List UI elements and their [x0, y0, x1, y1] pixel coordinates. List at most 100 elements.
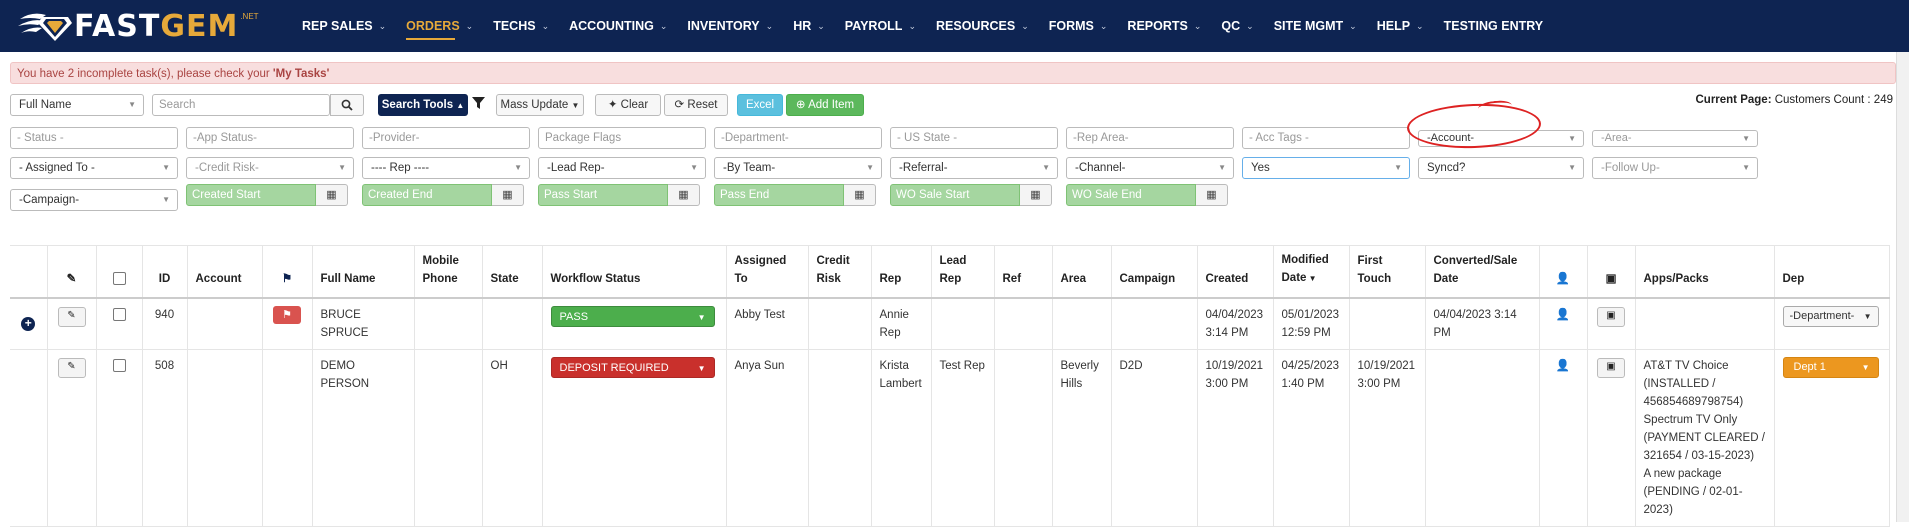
- id-cell[interactable]: 940: [142, 298, 188, 350]
- pass-end-field[interactable]: Pass End: [714, 184, 844, 206]
- yes-select[interactable]: Yes ▼: [1242, 157, 1410, 179]
- created-start-field[interactable]: Created Start: [186, 184, 316, 206]
- provider-filter[interactable]: -Provider-: [362, 127, 530, 149]
- add-item-button[interactable]: ⊕ Add Item: [786, 94, 864, 116]
- credit-risk-select[interactable]: -Credit Risk- ▼: [186, 157, 354, 179]
- wo-sale-end-date[interactable]: WO Sale End ▦: [1066, 184, 1228, 206]
- menu-qc[interactable]: QC ⌄: [1221, 0, 1253, 52]
- user-icon[interactable]: 👤: [1556, 360, 1570, 372]
- fastgem-logo[interactable]: FASTGEM .NET: [18, 8, 259, 44]
- full-name-cell[interactable]: DEMO PERSON: [312, 349, 415, 527]
- table-row[interactable]: ✎ 508 DEMO PERSON OH DEPOSIT REQUIRED ▼ A…: [10, 349, 1890, 527]
- id-header[interactable]: ID: [142, 245, 188, 299]
- select-all-checkbox[interactable]: [112, 272, 126, 286]
- menu-rep-sales[interactable]: REP SALES ⌄: [302, 0, 386, 52]
- by-team-select[interactable]: -By Team- ▼: [714, 157, 882, 179]
- book-button[interactable]: ▣: [1597, 358, 1625, 378]
- area-select[interactable]: -Area- ▼: [1592, 130, 1758, 147]
- search-tools-button[interactable]: Search Tools ▲: [378, 94, 468, 116]
- user-icon[interactable]: 👤: [1556, 309, 1570, 321]
- search-input[interactable]: Search: [152, 94, 330, 116]
- calendar-icon[interactable]: ▦: [492, 184, 524, 206]
- menu-accounting[interactable]: ACCOUNTING ⌄: [569, 0, 667, 52]
- package-flags-filter[interactable]: Package Flags: [538, 127, 706, 149]
- workflow-status-header[interactable]: Workflow Status: [542, 245, 727, 299]
- workflow-status-select[interactable]: PASS ▼: [550, 306, 715, 327]
- mass-update-button[interactable]: Mass Update ▼: [496, 94, 584, 116]
- menu-techs[interactable]: TECHS ⌄: [493, 0, 549, 52]
- menu-forms[interactable]: FORMS ⌄: [1049, 0, 1108, 52]
- edit-row-button[interactable]: ✎: [57, 358, 86, 378]
- rep-area-filter[interactable]: -Rep Area-: [1066, 127, 1234, 149]
- mobile-phone-header[interactable]: Mobile Phone: [414, 245, 483, 299]
- menu-help[interactable]: HELP ⌄: [1377, 0, 1424, 52]
- state-header[interactable]: State: [482, 245, 543, 299]
- search-button[interactable]: [330, 94, 364, 116]
- follow-up-select[interactable]: -Follow Up- ▼: [1592, 157, 1758, 179]
- apps-packs-header[interactable]: Apps/Packs: [1635, 245, 1775, 299]
- calendar-icon[interactable]: ▦: [668, 184, 700, 206]
- area-header[interactable]: Area: [1052, 245, 1112, 299]
- full-name-cell[interactable]: BRUCE SPRUCE: [312, 298, 415, 350]
- department-select[interactable]: -Department- ▼: [1782, 306, 1879, 327]
- app-status-filter[interactable]: -App Status-: [186, 127, 354, 149]
- wo-sale-start-field[interactable]: WO Sale Start: [890, 184, 1020, 206]
- assigned-to-header[interactable]: Assigned To: [726, 245, 809, 299]
- referral-select[interactable]: -Referral- ▼: [890, 157, 1058, 179]
- assigned-to-select[interactable]: - Assigned To - ▼: [10, 157, 178, 179]
- lead-rep-select[interactable]: -Lead Rep- ▼: [538, 157, 706, 179]
- dep-header[interactable]: Dep: [1774, 245, 1890, 299]
- campaign-select[interactable]: -Campaign- ▼: [10, 189, 178, 211]
- created-end-field[interactable]: Created End: [362, 184, 492, 206]
- pass-end-date[interactable]: Pass End ▦: [714, 184, 876, 206]
- rep-header[interactable]: Rep: [871, 245, 932, 299]
- channel-select[interactable]: -Channel- ▼: [1066, 157, 1234, 179]
- pass-start-date[interactable]: Pass Start ▦: [538, 184, 700, 206]
- menu-inventory[interactable]: INVENTORY ⌄: [687, 0, 773, 52]
- credit-risk-header[interactable]: Credit Risk: [808, 245, 872, 299]
- converted-sale-date-header[interactable]: Converted/Sale Date: [1425, 245, 1540, 299]
- first-touch-header[interactable]: First Touch: [1349, 245, 1426, 299]
- department-filter[interactable]: -Department-: [714, 127, 882, 149]
- row-checkbox[interactable]: [112, 308, 126, 322]
- acc-tags-filter[interactable]: - Acc Tags -: [1242, 127, 1410, 149]
- menu-hr[interactable]: HR ⌄: [793, 0, 825, 52]
- excel-button[interactable]: Excel: [737, 94, 783, 116]
- workflow-status-select[interactable]: DEPOSIT REQUIRED ▼: [550, 357, 715, 378]
- book-button[interactable]: ▣: [1597, 307, 1625, 327]
- calendar-icon[interactable]: ▦: [316, 184, 348, 206]
- row-checkbox[interactable]: [112, 359, 126, 373]
- us-state-filter[interactable]: - US State -: [890, 127, 1058, 149]
- clear-button[interactable]: ✦ Clear: [595, 94, 661, 116]
- reset-button[interactable]: ⟳ Reset: [664, 94, 728, 116]
- pass-start-field[interactable]: Pass Start: [538, 184, 668, 206]
- edit-row-button[interactable]: ✎: [57, 307, 86, 327]
- calendar-icon[interactable]: ▦: [1020, 184, 1052, 206]
- id-cell[interactable]: 508: [142, 349, 188, 527]
- menu-site-mgmt[interactable]: SITE MGMT ⌄: [1274, 0, 1357, 52]
- menu-resources[interactable]: RESOURCES ⌄: [936, 0, 1029, 52]
- search-field-select[interactable]: Full Name ▼: [10, 94, 144, 116]
- rep-select[interactable]: ---- Rep ---- ▼: [362, 157, 530, 179]
- campaign-header[interactable]: Campaign: [1111, 245, 1198, 299]
- created-start-date[interactable]: Created Start ▦: [186, 184, 348, 206]
- lead-rep-header[interactable]: Lead Rep: [931, 245, 995, 299]
- created-end-date[interactable]: Created End ▦: [362, 184, 524, 206]
- department-button[interactable]: Dept 1 ▼: [1782, 357, 1879, 378]
- table-row[interactable]: + ✎ 940 ⚑ BRUCE SPRUCE PASS ▼ Abby Test A…: [10, 298, 1890, 350]
- wo-sale-start-date[interactable]: WO Sale Start ▦: [890, 184, 1052, 206]
- full-name-header[interactable]: Full Name: [312, 245, 415, 299]
- menu-reports[interactable]: REPORTS ⌄: [1127, 0, 1201, 52]
- menu-payroll[interactable]: PAYROLL ⌄: [845, 0, 916, 52]
- wo-sale-end-field[interactable]: WO Sale End: [1066, 184, 1196, 206]
- menu-orders[interactable]: ORDERS ⌄: [406, 0, 473, 52]
- filter-icon[interactable]: [472, 97, 485, 113]
- created-header[interactable]: Created: [1197, 245, 1274, 299]
- syncd-select[interactable]: Syncd? ▼: [1418, 157, 1584, 179]
- flag-button[interactable]: ⚑: [273, 306, 301, 324]
- expand-plus-icon[interactable]: +: [21, 317, 36, 331]
- calendar-icon[interactable]: ▦: [1196, 184, 1228, 206]
- menu-testing-entry[interactable]: TESTING ENTRY: [1444, 0, 1544, 52]
- modified-date-header[interactable]: Modified Date ▼: [1273, 245, 1350, 299]
- calendar-icon[interactable]: ▦: [844, 184, 876, 206]
